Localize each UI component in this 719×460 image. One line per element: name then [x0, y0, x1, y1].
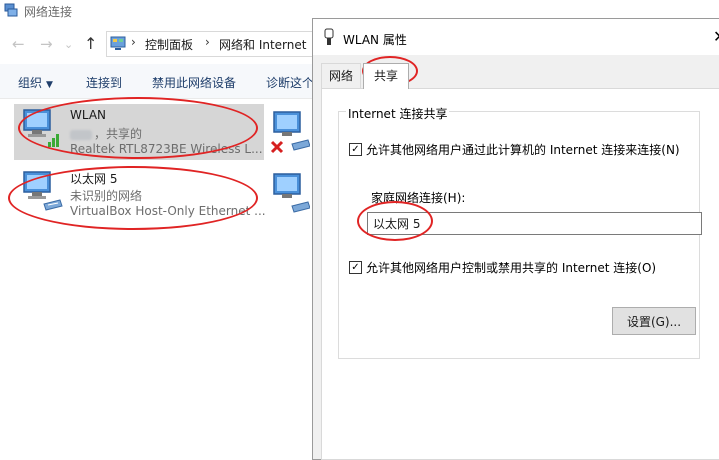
disconnected-adapter-icon[interactable] [270, 108, 310, 154]
breadcrumb-chevron-icon[interactable]: › [205, 35, 210, 49]
tab-network[interactable]: 网络 [321, 63, 361, 88]
back-arrow-icon[interactable]: ← [12, 35, 25, 53]
allow-share-checkbox[interactable]: ✓ [349, 143, 362, 156]
breadcrumb-control-panel[interactable]: 控制面板 [145, 36, 193, 53]
connect-to-button[interactable]: 连接到 [86, 74, 122, 91]
settings-button[interactable]: 设置(G)... [612, 307, 696, 335]
redacted-text [70, 129, 92, 140]
allow-control-checkbox[interactable]: ✓ [349, 261, 362, 274]
ics-group-label: Internet 连接共享 [346, 105, 450, 122]
connection-name: 以太网 5 [70, 172, 118, 186]
network-connections-icon [4, 3, 18, 17]
recent-chevron-icon[interactable]: ⌄ [64, 38, 73, 51]
forward-arrow-icon[interactable]: → [40, 35, 53, 53]
network-adapter-icon [324, 28, 334, 45]
allow-control-label[interactable]: 允许其他网络用户控制或禁用共享的 Internet 连接(O) [366, 259, 656, 276]
breadcrumb-chevron-icon[interactable]: › [131, 35, 136, 49]
up-arrow-icon[interactable]: ↑ [84, 34, 97, 53]
diagnose-button[interactable]: 诊断这个 [266, 74, 314, 91]
connection-item-ethernet5[interactable]: 以太网 5 未识别的网络 VirtualBox Host-Only Ethern… [14, 166, 266, 222]
organize-menu[interactable]: 组织 ▼ [18, 74, 53, 91]
dropdown-caret-icon: ▼ [46, 80, 53, 90]
allow-share-label[interactable]: 允许其他网络用户通过此计算机的 Internet 连接来连接(N) [366, 141, 680, 158]
address-bar[interactable]: › 控制面板 › 网络和 Internet [106, 31, 323, 57]
connection-item-wlan[interactable]: WLAN ，共享的 Realtek RTL8723BE Wireless L..… [14, 104, 264, 160]
connection-status: ，共享的 [70, 125, 142, 142]
ethernet-adapter-icon [23, 171, 63, 211]
connection-status: 未识别的网络 [70, 189, 143, 203]
wireless-adapter-icon [23, 109, 59, 147]
tab-sharing[interactable]: 共享 [363, 63, 409, 89]
sharing-panel: Internet 连接共享 ✓ 允许其他网络用户通过此计算机的 Internet… [321, 88, 719, 460]
home-network-label: 家庭网络连接(H): [371, 191, 466, 205]
explorer-title: 网络连接 [24, 5, 73, 19]
connection-device: VirtualBox Host-Only Ethernet ... [70, 204, 266, 218]
wlan-properties-dialog: WLAN 属性 ✕ 网络 共享 Internet 连接共享 ✓ 允许其他网络用户… [312, 18, 719, 460]
close-icon[interactable]: ✕ [713, 27, 719, 46]
control-panel-icon [110, 36, 126, 50]
connection-device: Realtek RTL8723BE Wireless L... [70, 142, 263, 156]
ethernet-adapter-icon[interactable] [270, 170, 310, 216]
dialog-title-bar: WLAN 属性 ✕ [313, 19, 719, 55]
dialog-title: WLAN 属性 [343, 33, 407, 47]
connection-name: WLAN [70, 108, 107, 122]
disable-device-button[interactable]: 禁用此网络设备 [152, 74, 236, 91]
breadcrumb-network-internet[interactable]: 网络和 Internet [219, 36, 306, 53]
home-network-select[interactable]: 以太网 5 [367, 212, 702, 235]
